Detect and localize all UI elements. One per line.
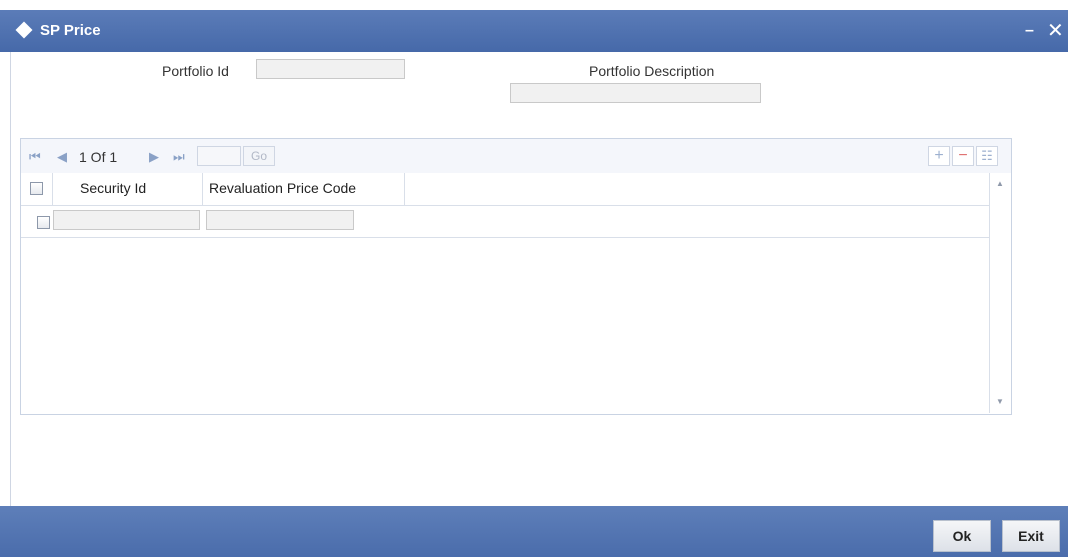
add-row-icon[interactable]: + <box>928 146 950 166</box>
select-all-checkbox[interactable] <box>30 182 43 195</box>
column-label-security-id: Security Id <box>80 180 147 196</box>
window-title: SP Price <box>40 22 101 39</box>
close-button[interactable]: ✕ <box>1047 18 1064 43</box>
go-button[interactable]: Go <box>243 146 275 166</box>
first-page-icon[interactable]: ⏮ <box>29 149 41 165</box>
scroll-down-icon[interactable]: ▼ <box>996 397 1004 406</box>
grid-header: Security Id Revaluation Price Code <box>21 173 989 206</box>
exit-button[interactable]: Exit <box>1002 520 1060 552</box>
portfolio-description-label: Portfolio Description <box>589 63 715 79</box>
security-grid: ⏮ ◀ 1 Of 1 ▶ ⏭ Go + − ☷ Security Id Reva… <box>20 138 1012 415</box>
column-header-security-id[interactable]: Security Id <box>53 173 203 205</box>
app-diamond-icon <box>15 21 33 39</box>
ok-button[interactable]: Ok <box>933 520 991 552</box>
row-checkbox[interactable] <box>37 216 50 229</box>
portfolio-description-input[interactable] <box>510 83 761 103</box>
title-bar: SP Price – ✕ <box>0 10 1068 52</box>
portfolio-id-label: Portfolio Id <box>162 63 229 79</box>
page-number-input[interactable] <box>197 146 241 166</box>
prev-page-icon[interactable]: ◀ <box>57 149 67 165</box>
select-all-cell <box>21 173 53 205</box>
grid-pager: ⏮ ◀ 1 Of 1 ▶ ⏭ Go + − ☷ <box>21 139 1011 173</box>
page-indicator: 1 Of 1 <box>79 149 118 165</box>
single-view-icon[interactable]: ☷ <box>976 146 998 166</box>
table-row <box>21 205 989 238</box>
last-page-icon[interactable]: ⏭ <box>173 149 185 165</box>
column-label-revaluation-price-code: Revaluation Price Code <box>209 180 357 196</box>
security-id-input[interactable] <box>53 210 200 230</box>
delete-row-icon[interactable]: − <box>952 146 974 166</box>
minimize-button[interactable]: – <box>1025 22 1034 40</box>
scroll-up-icon[interactable]: ▲ <box>996 179 1004 188</box>
grid-scrollbar[interactable]: ▲ ▼ <box>989 173 1010 413</box>
revaluation-price-code-input[interactable] <box>206 210 354 230</box>
next-page-icon[interactable]: ▶ <box>149 149 159 165</box>
portfolio-id-input[interactable] <box>256 59 405 79</box>
column-header-revaluation-price-code[interactable]: Revaluation Price Code <box>203 173 405 205</box>
footer-bar: Ok Exit <box>0 506 1068 557</box>
